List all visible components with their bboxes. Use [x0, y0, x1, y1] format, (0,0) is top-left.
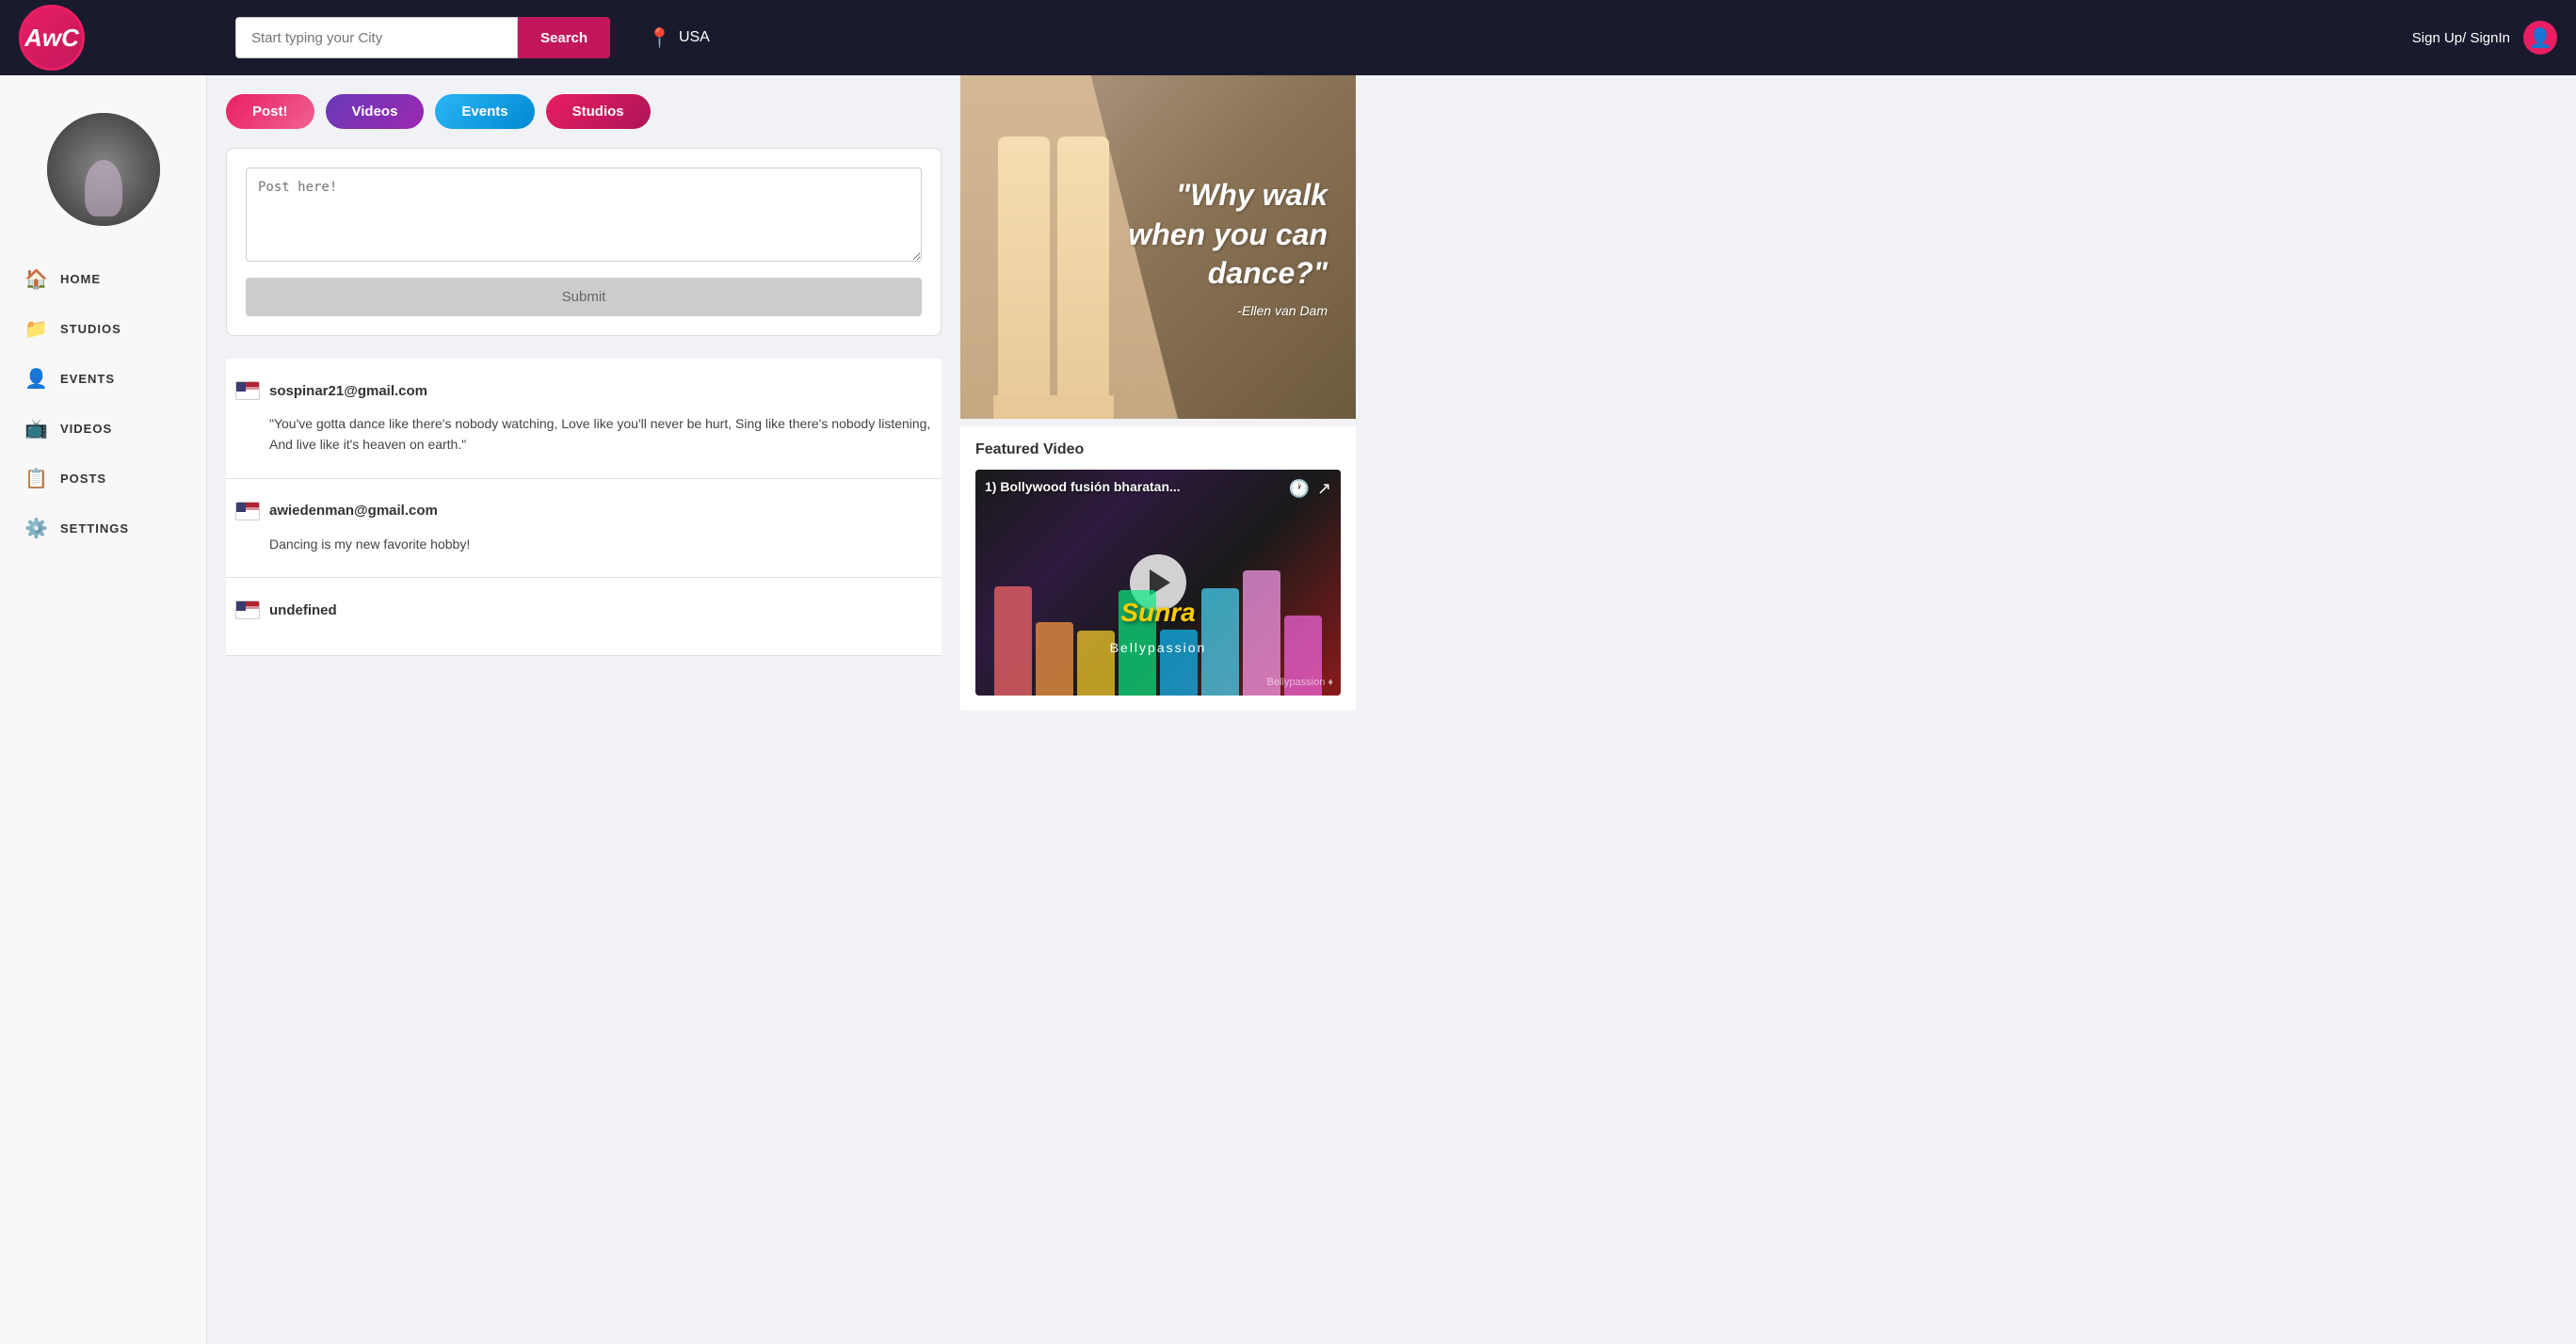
search-input[interactable] [235, 17, 518, 58]
color-bar-1 [1036, 622, 1073, 696]
location-text: USA [679, 29, 710, 46]
content-tabs: Post! Videos Events Studios [226, 94, 942, 129]
post-author-2: awiedenman@gmail.com [235, 502, 932, 520]
flag-icon-2 [235, 502, 260, 520]
video-thumbnail[interactable]: Sunra Bellypassion 1) Bollywood fusión b… [975, 470, 1341, 696]
post-textarea[interactable] [246, 168, 922, 262]
events-icon: 👤 [24, 367, 47, 391]
post-author-3: undefined [235, 600, 932, 619]
color-bar-0 [994, 586, 1032, 696]
search-bar: Search [235, 17, 610, 58]
sidebar-item-home[interactable]: 🏠 HOME [15, 254, 191, 304]
videos-icon: 📺 [24, 417, 47, 440]
main-layout: 🏠 HOME 📁 STUDIOS 👤 EVENTS 📺 VIDEOS 📋 POS… [0, 75, 2576, 1344]
clock-icon[interactable]: 🕐 [1288, 479, 1309, 499]
sidebar-item-studios[interactable]: 📁 STUDIOS [15, 304, 191, 354]
location-display: 📍 USA [648, 26, 710, 50]
sunra-text: Sunra [1120, 598, 1195, 628]
sidebar-item-settings[interactable]: ⚙️ SETTINGS [15, 504, 191, 553]
studios-icon: 📁 [24, 317, 47, 341]
post-item-1: sospinar21@gmail.com "You've gotta dance… [226, 359, 942, 479]
featured-video-title: Featured Video [975, 441, 1341, 458]
right-sidebar: "Why walk when you can dance?" -Ellen va… [960, 75, 1356, 1344]
share-icon[interactable]: ↗ [1317, 479, 1331, 499]
post-author-name-1: sospinar21@gmail.com [269, 383, 427, 399]
search-button[interactable]: Search [518, 17, 610, 58]
video-watermark: Bellypassion ♦ [1267, 677, 1333, 688]
settings-icon: ⚙️ [24, 517, 47, 540]
featured-video-section: Featured Video Sunra Bellypassion 1) Bol… [960, 426, 1356, 711]
sidebar-item-posts-label: POSTS [60, 472, 106, 486]
home-icon: 🏠 [24, 267, 47, 291]
video-controls: 🕐 ↗ [1288, 479, 1331, 499]
color-bar-5 [1201, 588, 1239, 696]
color-bars [975, 560, 1341, 696]
post-text-1: "You've gotta dance like there's nobody … [235, 413, 932, 456]
sidebar-item-events[interactable]: 👤 EVENTS [15, 354, 191, 404]
avatar [47, 113, 160, 226]
sidebar-item-settings-label: SETTINGS [60, 521, 129, 536]
leg-1 [998, 136, 1050, 419]
post-item-3: undefined [226, 578, 942, 656]
header-right: Sign Up/ SignIn 👤 [2412, 21, 2557, 55]
quote-banner: "Why walk when you can dance?" -Ellen va… [960, 75, 1356, 419]
sidebar-item-videos-label: VIDEOS [60, 422, 112, 436]
tab-studios[interactable]: Studios [546, 94, 651, 129]
signin-link[interactable]: Sign Up/ SignIn [2412, 30, 2510, 46]
location-pin-icon: 📍 [648, 26, 671, 50]
main-content: Post! Videos Events Studios Submit sospi… [207, 75, 960, 1344]
quote-author: -Ellen van Dam [1120, 303, 1328, 318]
video-bg: Sunra Bellypassion 1) Bollywood fusión b… [975, 470, 1341, 696]
leg-2 [1057, 136, 1109, 419]
post-author-name-2: awiedenman@gmail.com [269, 503, 438, 519]
sidebar-item-studios-label: STUDIOS [60, 322, 121, 336]
post-author-name-3: undefined [269, 602, 337, 618]
tab-post[interactable]: Post! [226, 94, 314, 129]
post-box: Submit [226, 148, 942, 336]
submit-button[interactable]: Submit [246, 278, 922, 316]
bellypassion-sub-text: Bellypassion [1110, 640, 1207, 655]
flag-icon-1 [235, 381, 260, 400]
header: AwC Search 📍 USA Sign Up/ SignIn 👤 [0, 0, 2576, 75]
post-author-1: sospinar21@gmail.com [235, 381, 932, 400]
posts-icon: 📋 [24, 467, 47, 490]
flag-icon-3 [235, 600, 260, 619]
post-text-2: Dancing is my new favorite hobby! [235, 534, 932, 554]
nav-menu: 🏠 HOME 📁 STUDIOS 👤 EVENTS 📺 VIDEOS 📋 POS… [0, 254, 206, 553]
sidebar: 🏠 HOME 📁 STUDIOS 👤 EVENTS 📺 VIDEOS 📋 POS… [0, 75, 207, 1344]
sidebar-item-videos[interactable]: 📺 VIDEOS [15, 404, 191, 454]
quote-heading: "Why walk when you can dance?" [1120, 176, 1328, 294]
tab-videos[interactable]: Videos [326, 94, 425, 129]
avatar-image [47, 113, 160, 226]
sidebar-item-posts[interactable]: 📋 POSTS [15, 454, 191, 504]
post-item-2: awiedenman@gmail.com Dancing is my new f… [226, 479, 942, 578]
logo[interactable]: AwC [19, 5, 85, 71]
avatar-container [0, 94, 206, 254]
quote-text: "Why walk when you can dance?" -Ellen va… [1120, 176, 1328, 318]
sidebar-item-events-label: EVENTS [60, 372, 115, 386]
tab-events[interactable]: Events [435, 94, 534, 129]
sidebar-item-home-label: HOME [60, 272, 101, 286]
user-avatar-icon[interactable]: 👤 [2523, 21, 2557, 55]
video-overlay-title: 1) Bollywood fusión bharatan... [985, 479, 1181, 494]
